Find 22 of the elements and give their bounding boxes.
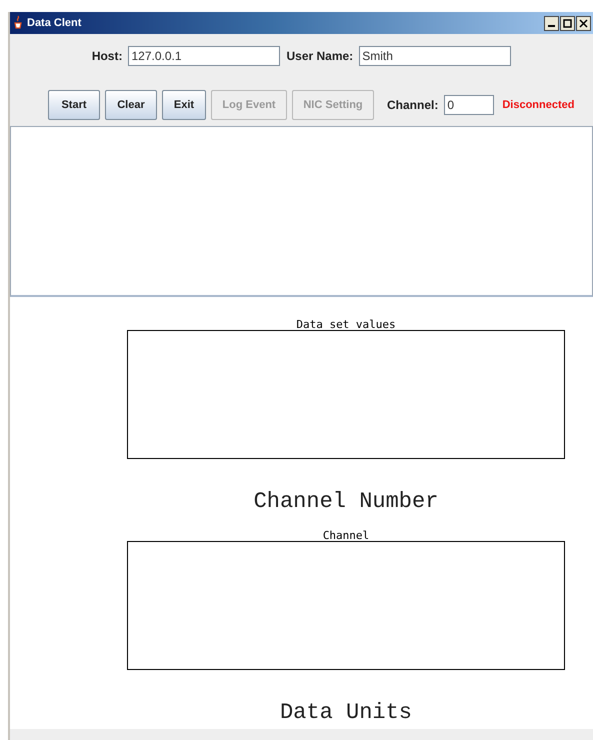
user-name-label: User Name: xyxy=(286,49,354,63)
maximize-icon xyxy=(563,18,572,28)
toolbar-button[interactable]: Start xyxy=(48,90,100,120)
window-title: Data Clent xyxy=(27,17,82,29)
host-field[interactable]: 127.0.0.1 xyxy=(128,46,280,66)
plot-title: Data set values xyxy=(295,319,397,330)
toolbar-button[interactable]: Exit xyxy=(162,90,206,120)
host-label: Host: xyxy=(92,49,122,63)
user-name-field[interactable]: Smith xyxy=(359,46,512,66)
status-text: Disconnected xyxy=(502,99,574,111)
minimize-button[interactable] xyxy=(544,16,559,30)
plot-title: Channel xyxy=(322,530,370,541)
cup-icon xyxy=(13,15,23,31)
channel-label: Channel: xyxy=(387,98,438,112)
axis-label: Data Units xyxy=(278,700,414,726)
close-icon xyxy=(579,18,588,28)
maximize-button[interactable] xyxy=(560,16,575,30)
minimize-icon xyxy=(548,25,555,27)
close-button[interactable] xyxy=(576,16,591,30)
channel-field[interactable]: 0 xyxy=(444,95,494,115)
toolbar-button[interactable]: Clear xyxy=(105,90,157,120)
axis-label: Channel Number xyxy=(252,489,440,515)
